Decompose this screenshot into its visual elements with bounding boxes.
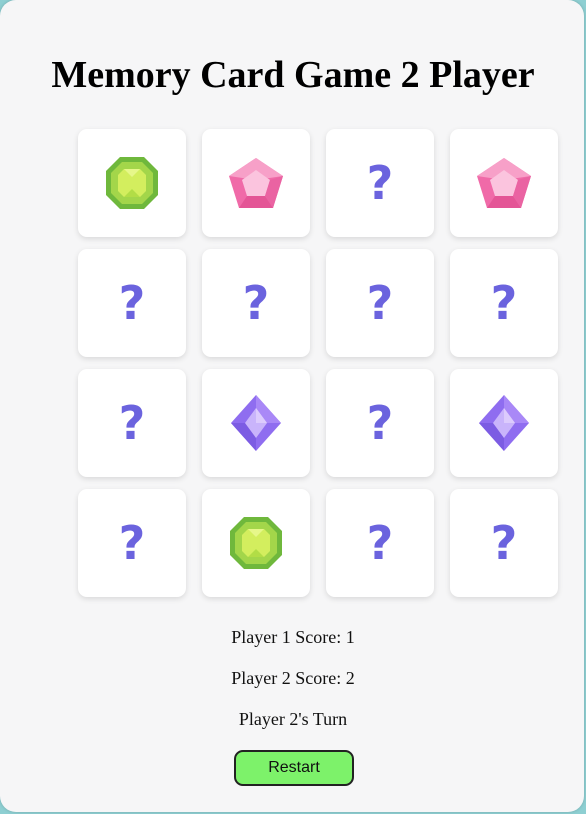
question-mark-icon: ? [490,276,518,330]
player1-score: Player 1 Score: 1 [231,627,355,647]
question-mark-icon: ? [490,516,518,570]
player2-score: Player 2 Score: 2 [231,668,355,688]
page-title: Memory Card Game 2 Player [51,54,535,96]
purple-gem-icon [230,394,282,452]
card-grid: ?????????? [78,129,558,597]
question-mark-icon: ? [118,276,146,330]
question-mark-icon: ? [366,276,394,330]
question-mark-icon: ? [242,276,270,330]
turn-indicator: Player 2's Turn [238,709,348,729]
card-3[interactable]: ? [326,129,434,237]
question-mark-icon: ? [118,396,146,450]
card-12[interactable] [450,369,558,477]
question-mark-icon: ? [366,516,394,570]
card-9[interactable]: ? [78,369,186,477]
card-14[interactable] [202,489,310,597]
question-mark-icon: ? [366,396,394,450]
green-gem-icon [228,515,284,571]
green-gem-icon [104,155,160,211]
question-mark-icon: ? [118,516,146,570]
card-8[interactable]: ? [450,249,558,357]
card-2[interactable] [202,129,310,237]
card-6[interactable]: ? [202,249,310,357]
card-10[interactable] [202,369,310,477]
card-13[interactable]: ? [78,489,186,597]
card-7[interactable]: ? [326,249,434,357]
game-panel: Memory Card Game 2 Player ?????????? Pla… [0,0,584,812]
question-mark-icon: ? [366,156,394,210]
restart-button[interactable]: Restart [234,750,354,786]
card-16[interactable]: ? [450,489,558,597]
pink-gem-icon [475,156,533,210]
purple-gem-icon [478,394,530,452]
card-5[interactable]: ? [78,249,186,357]
card-1[interactable] [78,129,186,237]
card-11[interactable]: ? [326,369,434,477]
card-4[interactable] [450,129,558,237]
card-15[interactable]: ? [326,489,434,597]
pink-gem-icon [227,156,285,210]
